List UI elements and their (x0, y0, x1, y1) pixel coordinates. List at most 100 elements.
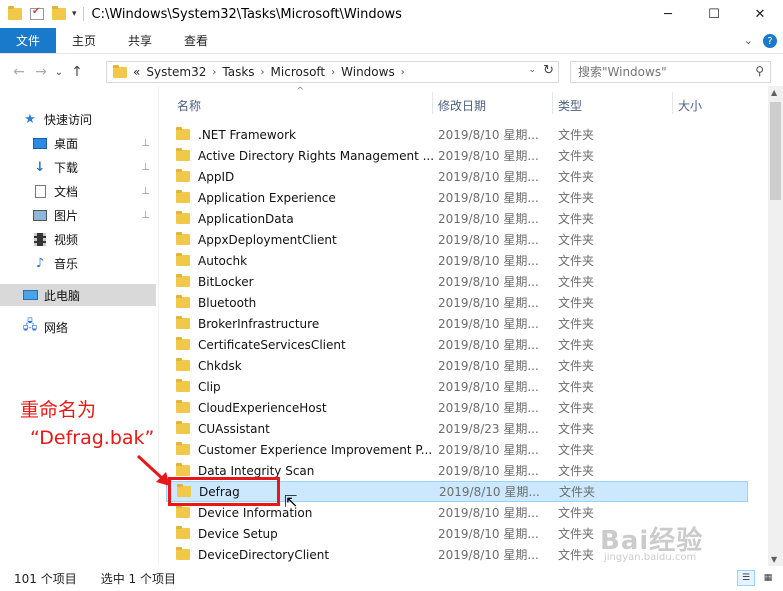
file-name[interactable]: AppID (198, 170, 434, 184)
column-type[interactable]: 类型 (558, 97, 582, 114)
up-button[interactable]: ↑ (66, 61, 88, 83)
file-row[interactable]: Active Directory Rights Management ... 20… (166, 145, 748, 166)
file-name[interactable]: Device Information (198, 506, 434, 520)
maximize-button[interactable]: ☐ (691, 0, 737, 28)
file-name[interactable]: CloudExperienceHost (198, 401, 434, 415)
file-row[interactable]: CloudExperienceHost 2019/8/10 星期... 文件夹 (166, 397, 748, 418)
file-name[interactable]: Device Setup (198, 527, 434, 541)
file-type: 文件夹 (558, 149, 595, 163)
chevron-right-icon[interactable]: › (401, 67, 405, 78)
sidebar-item-this-pc[interactable]: 此电脑 (0, 284, 156, 306)
breadcrumb-windows[interactable]: Windows (341, 65, 395, 79)
file-row[interactable]: Chkdsk 2019/8/10 星期... 文件夹 (166, 355, 748, 376)
breadcrumb-microsoft[interactable]: Microsoft (271, 65, 326, 79)
sidebar-item-quick-access[interactable]: ★ 快速访问 (0, 108, 156, 130)
breadcrumb-tasks[interactable]: Tasks (222, 65, 254, 79)
refresh-icon[interactable]: ↻ (543, 63, 554, 78)
expand-ribbon-icon[interactable]: ⌄ (744, 34, 753, 48)
properties-icon[interactable] (30, 6, 44, 20)
scrollbar-thumb[interactable] (770, 102, 781, 200)
file-row[interactable]: BrokerInfrastructure 2019/8/10 星期... 文件夹 (166, 313, 748, 334)
file-row[interactable]: AppxDeploymentClient 2019/8/10 星期... 文件夹 (166, 229, 748, 250)
pin-icon[interactable]: ⊥ (141, 186, 150, 197)
chevron-right-icon[interactable]: › (331, 67, 335, 78)
minimize-button[interactable]: ─ (645, 0, 691, 28)
sidebar-item-network[interactable]: 🖧 网络 (0, 316, 156, 338)
annotation-line-2: “Defrag.bak” (30, 427, 155, 449)
file-row[interactable]: .NET Framework 2019/8/10 星期... 文件夹 (166, 124, 748, 145)
address-bar[interactable]: « System32 › Tasks › Microsoft › Windows… (106, 61, 559, 83)
column-date-modified[interactable]: 修改日期 (438, 97, 486, 114)
sidebar-item-music[interactable]: ♪ 音乐 (0, 252, 156, 274)
file-row[interactable]: AppID 2019/8/10 星期... 文件夹 (166, 166, 748, 187)
search-icon[interactable]: ⚲ (755, 64, 764, 78)
file-name[interactable]: Active Directory Rights Management ... (198, 149, 434, 163)
column-divider[interactable] (672, 92, 673, 114)
scroll-down-icon[interactable]: ▼ (771, 555, 777, 564)
scroll-up-icon[interactable]: ▲ (771, 88, 777, 97)
file-name[interactable]: Data Integrity Scan (198, 464, 434, 478)
tab-home[interactable]: 主页 (56, 28, 112, 53)
file-row[interactable]: ApplicationData 2019/8/10 星期... 文件夹 (166, 208, 748, 229)
chevron-right-icon[interactable]: › (212, 67, 216, 78)
tab-share[interactable]: 共享 (112, 28, 168, 53)
column-divider[interactable] (432, 92, 433, 114)
file-name[interactable]: Customer Experience Improvement P... (198, 443, 434, 457)
details-view-icon[interactable]: ☰ (737, 570, 755, 586)
new-folder-icon[interactable] (52, 6, 66, 20)
address-dropdown-icon[interactable]: ⌄ (528, 65, 536, 75)
file-row[interactable]: Bluetooth 2019/8/10 星期... 文件夹 (166, 292, 748, 313)
chevron-right-icon[interactable]: › (261, 67, 265, 78)
sidebar-item-label: 下载 (54, 160, 79, 175)
breadcrumb-overflow[interactable]: « (133, 65, 140, 79)
file-name[interactable]: BrokerInfrastructure (198, 317, 434, 331)
quick-access-dropdown-icon[interactable]: ▾ (72, 9, 77, 19)
search-box[interactable]: ⚲ (570, 61, 771, 83)
folder-icon (176, 379, 190, 392)
search-input[interactable] (571, 65, 741, 79)
file-name[interactable]: Chkdsk (198, 359, 434, 373)
column-size[interactable]: 大小 (678, 97, 702, 114)
file-row[interactable]: Customer Experience Improvement P... 2019… (166, 439, 748, 460)
tab-view[interactable]: 查看 (168, 28, 224, 53)
recent-locations-button[interactable]: ⌄ (52, 61, 66, 83)
file-name[interactable]: CUAssistant (198, 422, 434, 436)
file-name[interactable]: DeviceDirectoryClient (198, 548, 434, 562)
help-icon[interactable]: ? (763, 34, 777, 48)
file-name[interactable]: BitLocker (198, 275, 434, 289)
file-row[interactable]: Clip 2019/8/10 星期... 文件夹 (166, 376, 748, 397)
pin-icon[interactable]: ⊥ (141, 162, 150, 173)
file-name[interactable]: ApplicationData (198, 212, 434, 226)
pin-icon[interactable]: ⊥ (141, 210, 150, 221)
tab-file[interactable]: 文件 (0, 28, 57, 53)
sidebar-item-videos[interactable]: 视频 (0, 228, 156, 250)
file-row[interactable]: Autochk 2019/8/10 星期... 文件夹 (166, 250, 748, 271)
file-row[interactable]: CertificateServicesClient 2019/8/10 星期...… (166, 334, 748, 355)
sidebar-item-downloads[interactable]: ↓ 下载 ⊥ (0, 156, 156, 178)
sidebar-item-documents[interactable]: 文档 ⊥ (0, 180, 156, 202)
large-icons-view-icon[interactable]: ▦ (759, 570, 777, 586)
file-name[interactable]: .NET Framework (198, 128, 434, 142)
column-divider[interactable] (552, 92, 553, 114)
breadcrumb-system32[interactable]: System32 (146, 65, 206, 79)
sidebar-item-pictures[interactable]: 图片 ⊥ (0, 204, 156, 226)
back-button[interactable]: ← (8, 61, 30, 83)
forward-button[interactable]: → (30, 61, 52, 83)
file-name[interactable]: Autochk (198, 254, 434, 268)
file-name[interactable]: AppxDeploymentClient (198, 233, 434, 247)
file-name[interactable]: Application Experience (198, 191, 434, 205)
pane-divider[interactable] (158, 86, 159, 566)
column-name[interactable]: 名称 (177, 97, 201, 114)
folder-icon[interactable] (8, 6, 22, 20)
close-button[interactable]: ✕ (737, 0, 783, 28)
vertical-scrollbar[interactable]: ▲ ▼ (768, 86, 783, 566)
file-row[interactable]: BitLocker 2019/8/10 星期... 文件夹 (166, 271, 748, 292)
file-name[interactable]: CertificateServicesClient (198, 338, 434, 352)
file-row[interactable]: CUAssistant 2019/8/23 星期... 文件夹 (166, 418, 748, 439)
sidebar-item-desktop[interactable]: 桌面 ⊥ (0, 132, 156, 154)
file-name[interactable]: Bluetooth (198, 296, 434, 310)
file-row[interactable]: Application Experience 2019/8/10 星期... 文件夹 (166, 187, 748, 208)
pin-icon[interactable]: ⊥ (141, 138, 150, 149)
picture-icon (32, 208, 48, 222)
file-name[interactable]: Clip (198, 380, 434, 394)
